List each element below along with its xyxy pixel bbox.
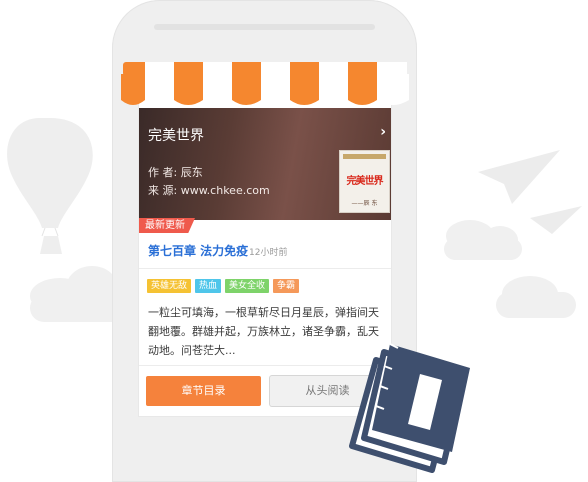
- genre-tag[interactable]: 美女全收: [225, 279, 270, 293]
- shop-awning: [121, 62, 409, 105]
- book-source: 来 源: www.chkee.com: [148, 184, 270, 197]
- chevron-right-icon[interactable]: ›: [380, 124, 386, 140]
- paper-plane-icon: [478, 150, 582, 234]
- book-cover[interactable]: 完美世界 ——辰 东: [340, 151, 389, 212]
- latest-update-badge: 最新更新: [139, 218, 195, 233]
- book-stack-icon: [349, 343, 470, 473]
- hot-air-balloon-icon: [7, 118, 93, 254]
- genre-tags: 英雄无敌 热血 美女全收 争霸: [147, 279, 300, 293]
- book-title: 完美世界: [148, 128, 204, 144]
- cloud-right-icon: [444, 220, 576, 318]
- divider: [139, 268, 391, 269]
- book-header[interactable]: 完美世界 › 作 者: 辰东 来 源: www.chkee.com 完美世界 —…: [139, 108, 391, 220]
- book-author: 作 者: 辰东: [148, 166, 203, 179]
- phone-speaker: [154, 24, 375, 30]
- chapter-catalog-button[interactable]: 章节目录: [146, 376, 261, 406]
- latest-chapter-link[interactable]: 第七百章 法力免疫: [148, 242, 248, 259]
- genre-tag[interactable]: 英雄无敌: [147, 279, 192, 293]
- chapter-timestamp: 12小时前: [249, 248, 288, 258]
- cover-author: ——辰 东: [351, 200, 378, 207]
- genre-tag[interactable]: 热血: [195, 279, 222, 293]
- genre-tag[interactable]: 争霸: [273, 279, 300, 293]
- book-stack-illustration: [349, 343, 470, 473]
- cover-title: 完美世界: [346, 176, 384, 187]
- cover-publisher-strip: [343, 154, 386, 159]
